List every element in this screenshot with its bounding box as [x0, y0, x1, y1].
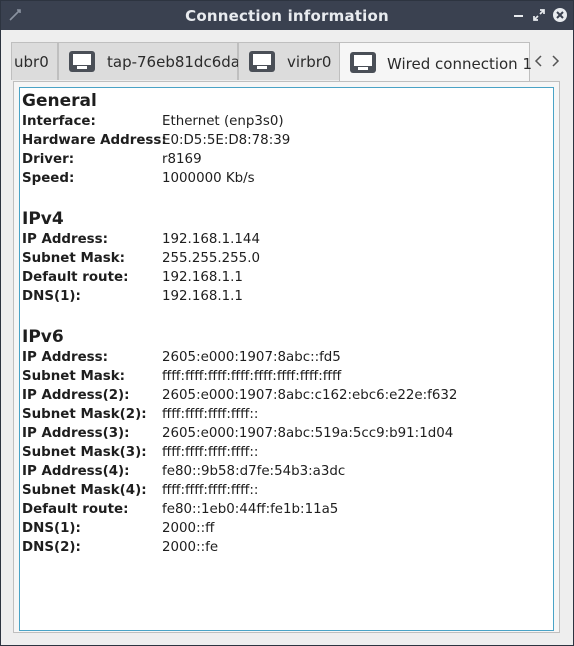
section-title-ipv4: IPv4 [22, 209, 64, 229]
detail-value: 2000::fe [162, 540, 219, 555]
chevron-left-icon[interactable] [533, 53, 545, 69]
detail-key: Subnet Mask(2): [22, 407, 147, 422]
detail-key: Driver: [22, 152, 75, 167]
tab-label: virbr0 [287, 53, 332, 71]
tab-label: tap-76eb81dc6da [107, 53, 240, 71]
tab-panel: General Interface: Ethernet (enp3s0) Har… [13, 81, 560, 633]
maximize-icon[interactable] [532, 8, 546, 22]
detail-value: 2605:e000:1907:8abc:519a:5cc9:b91:1d04 [162, 426, 454, 441]
tab-ubr0[interactable]: ubr0 [11, 42, 58, 80]
section-title-ipv6: IPv6 [22, 327, 64, 347]
title-bar[interactable]: Connection information [1, 1, 573, 30]
connection-details[interactable]: General Interface: Ethernet (enp3s0) Har… [19, 87, 554, 631]
detail-key: Subnet Mask(4): [22, 483, 147, 498]
detail-value: fe80::9b58:d7fe:54b3:a3dc [162, 464, 346, 479]
detail-key: DNS(1): [22, 521, 81, 536]
detail-key: IP Address: [22, 350, 108, 365]
detail-value: 2000::ff [162, 521, 215, 536]
detail-value: ffff:ffff:ffff:ffff:: [162, 407, 259, 422]
monitor-icon [67, 50, 97, 74]
tab-tap-76eb81dc6da[interactable]: tap-76eb81dc6da [58, 42, 240, 80]
close-icon[interactable] [552, 7, 567, 22]
tab-bar: ubr0 tap-76eb81dc6da virbr0 Wired connec… [11, 42, 561, 83]
detail-key: Subnet Mask(3): [22, 445, 147, 460]
tab-virbr0[interactable]: virbr0 [238, 42, 340, 80]
detail-value: 192.168.1.1 [162, 270, 243, 285]
detail-value: r8169 [162, 152, 202, 167]
section-title-general: General [22, 91, 97, 111]
detail-value: fe80::1eb0:44ff:fe1b:11a5 [162, 502, 339, 517]
tab-label: Wired connection 1 [387, 55, 532, 73]
detail-value: Ethernet (enp3s0) [162, 114, 284, 129]
detail-value: E0:D5:5E:D8:78:39 [162, 133, 291, 148]
detail-value: 192.168.1.1 [162, 289, 243, 304]
tab-wired-connection-1[interactable]: Wired connection 1 [339, 42, 532, 83]
detail-value: 2605:e000:1907:8abc::fd5 [162, 350, 341, 365]
minimize-icon[interactable] [512, 8, 526, 22]
detail-key: Speed: [22, 171, 75, 186]
tab-label: ubr0 [14, 53, 49, 71]
detail-value: 192.168.1.144 [162, 232, 260, 247]
detail-value: ffff:ffff:ffff:ffff:: [162, 483, 259, 498]
detail-value: ffff:ffff:ffff:ffff:ffff:ffff:ffff:ffff [162, 369, 342, 384]
detail-key: Subnet Mask: [22, 369, 126, 384]
window-title: Connection information [185, 7, 389, 25]
detail-key: Default route: [22, 502, 129, 517]
detail-value: 255.255.255.0 [162, 251, 260, 266]
detail-key: Subnet Mask: [22, 251, 126, 266]
detail-key: IP Address(4): [22, 464, 130, 479]
detail-key: Default route: [22, 270, 129, 285]
detail-key: DNS(2): [22, 540, 81, 555]
detail-value: ffff:ffff:ffff:ffff:: [162, 445, 259, 460]
monitor-icon [348, 51, 378, 75]
detail-key: Hardware Address: [22, 133, 167, 148]
detail-key: Interface: [22, 114, 96, 129]
monitor-icon [247, 50, 277, 74]
detail-key: DNS(1): [22, 289, 81, 304]
detail-key: IP Address(2): [22, 388, 130, 403]
connection-info-window: Connection information ubr0 tap-76eb81dc… [0, 0, 574, 646]
detail-value: 1000000 Kb/s [162, 171, 255, 186]
detail-value: 2605:e000:1907:8abc:c162:ebc6:e22e:f632 [162, 388, 458, 403]
chevron-right-icon[interactable] [549, 53, 561, 69]
detail-key: IP Address: [22, 232, 108, 247]
detail-key: IP Address(3): [22, 426, 130, 441]
